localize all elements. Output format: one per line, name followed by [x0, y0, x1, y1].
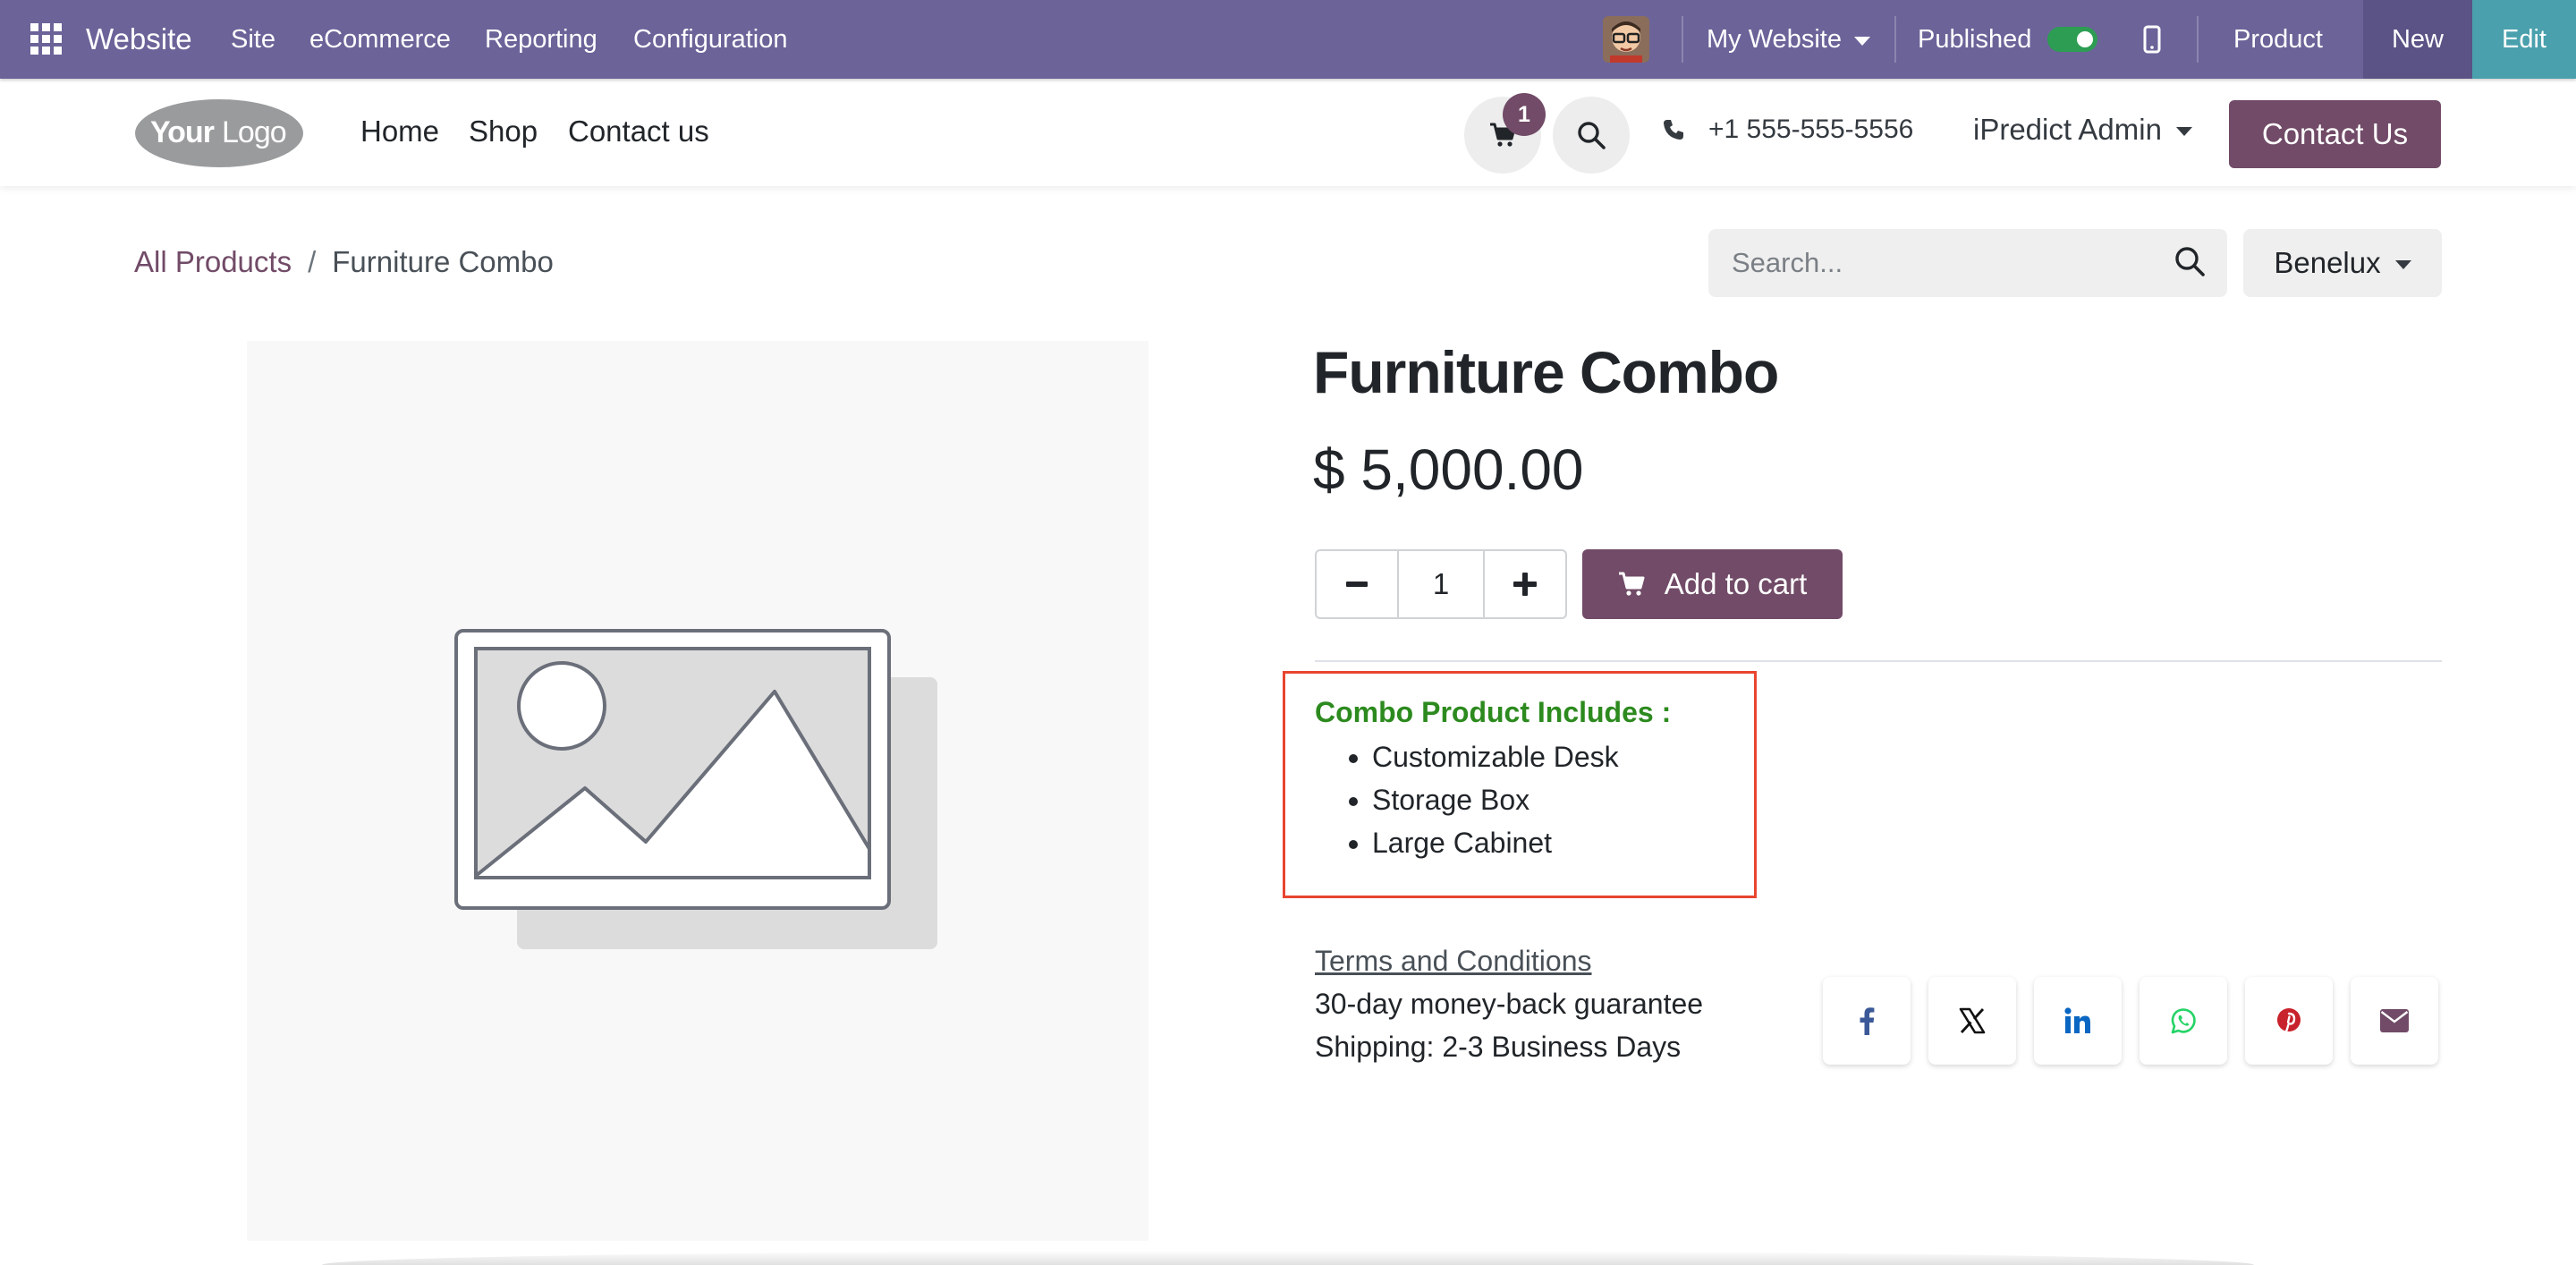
quantity-stepper	[1315, 549, 1567, 619]
menu-ecommerce[interactable]: eCommerce	[309, 0, 451, 79]
app-name[interactable]: Website	[86, 0, 192, 79]
site-logo[interactable]: Your Logo	[134, 97, 304, 170]
user-menu[interactable]: iPredict Admin	[1973, 113, 2192, 147]
list-item: Large Cabinet	[1372, 821, 1619, 864]
nav-contact-us[interactable]: Contact us	[568, 115, 709, 149]
facebook-icon	[1860, 1007, 1875, 1035]
apps-menu-icon[interactable]	[30, 0, 63, 79]
share-pinterest-button[interactable]	[2245, 977, 2333, 1065]
product-image	[247, 341, 1148, 1241]
phone-icon	[1664, 120, 1683, 140]
phone-link[interactable]: +1 555-555-5556	[1662, 115, 1913, 145]
product-button[interactable]: Product	[2233, 0, 2323, 79]
search-button[interactable]	[1553, 97, 1630, 174]
decrease-quantity-button[interactable]	[1317, 551, 1397, 617]
svg-text:Logo: Logo	[222, 115, 286, 149]
quantity-input[interactable]	[1397, 551, 1485, 617]
cart-icon	[1618, 572, 1645, 596]
x-icon	[1959, 1007, 1986, 1034]
guarantee-text: 30-day money-back guarantee	[1315, 988, 1704, 1020]
website-selector[interactable]: My Website	[1707, 0, 1870, 79]
website-selector-label: My Website	[1707, 24, 1842, 54]
share-x-button[interactable]	[1928, 977, 2016, 1065]
user-name: iPredict Admin	[1973, 113, 2162, 146]
search-icon	[1578, 122, 1606, 149]
pinterest-icon	[2277, 1008, 2301, 1034]
menu-site[interactable]: Site	[231, 0, 275, 79]
bottom-shadow	[322, 1251, 2254, 1265]
search-icon	[2175, 247, 2205, 276]
product-search	[1708, 229, 2227, 297]
svg-text:Your: Your	[150, 115, 215, 149]
email-icon	[2380, 1009, 2409, 1032]
pricelist-label: Benelux	[2274, 246, 2381, 279]
terms-and-conditions-link[interactable]: Terms and Conditions	[1315, 945, 1591, 978]
divider	[1315, 660, 2442, 662]
shipping-text: Shipping: 2-3 Business Days	[1315, 1031, 1682, 1063]
user-avatar[interactable]	[1603, 0, 1649, 79]
add-to-cart-label: Add to cart	[1664, 567, 1808, 600]
nav-shop[interactable]: Shop	[469, 115, 538, 149]
breadcrumb: All Products / Furniture Combo	[134, 245, 554, 279]
separator	[1894, 16, 1896, 63]
list-item: Customizable Desk	[1372, 735, 1619, 778]
plus-icon	[1513, 573, 1537, 596]
nav-home[interactable]: Home	[360, 115, 439, 149]
chevron-down-icon	[2394, 260, 2411, 269]
combo-title: Combo Product Includes :	[1315, 696, 1672, 728]
increase-quantity-button[interactable]	[1485, 551, 1565, 617]
product-price: $ 5,000.00	[1313, 437, 1584, 502]
add-to-cart-button[interactable]: Add to cart	[1582, 549, 1843, 619]
share-email-button[interactable]	[2351, 977, 2438, 1065]
image-placeholder-icon	[454, 629, 937, 949]
breadcrumb-current: Furniture Combo	[332, 245, 554, 278]
toggle-switch[interactable]	[2047, 27, 2098, 52]
admin-navbar: Website Site eCommerce Reporting Configu…	[0, 0, 2576, 79]
linkedin-icon	[2064, 1007, 2090, 1033]
mobile-preview-icon[interactable]	[2143, 0, 2161, 79]
separator	[1682, 16, 1683, 63]
contact-us-button[interactable]: Contact Us	[2229, 100, 2441, 168]
edit-button[interactable]: Edit	[2472, 0, 2576, 79]
combo-items-list: Customizable Desk Storage Box Large Cabi…	[1315, 735, 1619, 864]
breadcrumb-all-products[interactable]: All Products	[134, 245, 292, 279]
product-title: Furniture Combo	[1313, 339, 1779, 405]
list-item: Storage Box	[1372, 778, 1619, 821]
share-linkedin-button[interactable]	[2034, 977, 2122, 1065]
phone-number: +1 555-555-5556	[1708, 115, 1914, 144]
new-button[interactable]: New	[2363, 0, 2472, 79]
menu-configuration[interactable]: Configuration	[633, 0, 788, 79]
breadcrumb-separator: /	[308, 245, 317, 278]
menu-reporting[interactable]: Reporting	[485, 0, 597, 79]
pricelist-dropdown[interactable]: Benelux	[2243, 229, 2442, 297]
published-label: Published	[1918, 24, 2032, 54]
minus-icon	[1346, 582, 1368, 587]
share-facebook-button[interactable]	[1823, 977, 1911, 1065]
publish-toggle[interactable]: Published	[1918, 0, 2098, 79]
separator	[2197, 16, 2199, 63]
chevron-down-icon	[1853, 37, 1870, 46]
whatsapp-icon	[2171, 1008, 2196, 1034]
website-header: Your Logo Home Shop Contact us +1 555-55…	[0, 79, 2576, 186]
chevron-down-icon	[2175, 127, 2192, 136]
share-whatsapp-button[interactable]	[2140, 977, 2227, 1065]
cart-count-badge: 1	[1503, 93, 1546, 136]
search-input[interactable]	[1730, 246, 2154, 280]
search-submit-button[interactable]	[2174, 245, 2206, 277]
